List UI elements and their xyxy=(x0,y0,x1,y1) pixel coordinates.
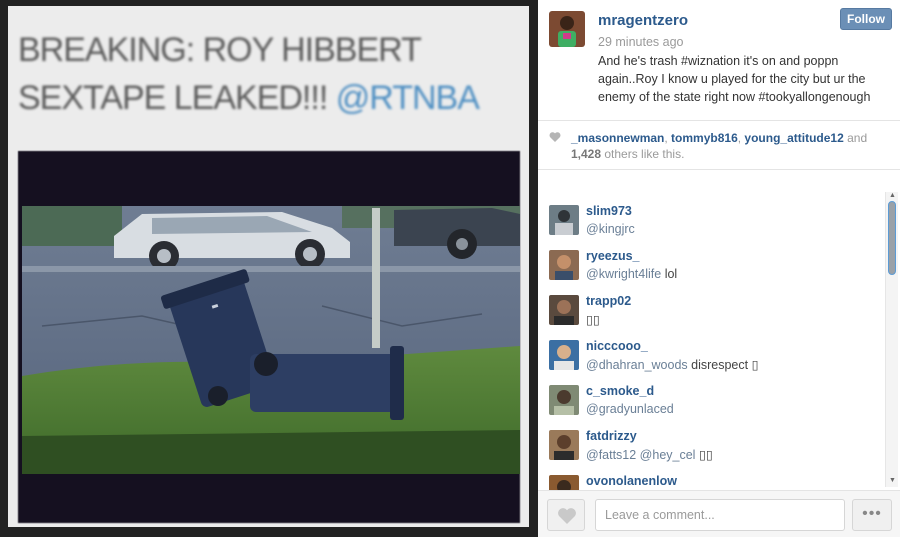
ellipsis-icon: ••• xyxy=(862,505,882,522)
list-item: ryeezus_ @kwright4life lol xyxy=(538,240,878,285)
liker-link[interactable]: tommyb816 xyxy=(671,131,738,145)
post-header: mragentzero 29 minutes ago And he's tras… xyxy=(538,0,900,118)
comment-username[interactable]: nicccooo_ xyxy=(586,339,648,353)
comment-text: @fatts12 @hey_cel ▯▯ xyxy=(586,447,713,462)
post-username[interactable]: mragentzero xyxy=(598,12,688,29)
comment-avatar[interactable] xyxy=(549,250,579,280)
comment-avatar[interactable] xyxy=(549,295,579,325)
comment-text: ▯▯ xyxy=(586,312,600,327)
comment-footer: ••• xyxy=(538,490,900,537)
like-button[interactable] xyxy=(547,499,585,531)
comment-list[interactable]: slim973 @kingjrc ryeezus_ @kwright4life … xyxy=(538,195,883,490)
comment-body: disrespect ▯ xyxy=(687,358,759,372)
comment-mention[interactable]: @dhahran_woods xyxy=(586,358,688,372)
comment-avatar[interactable] xyxy=(549,475,579,490)
comment-mention[interactable]: @kingjrc xyxy=(586,222,635,236)
comment-avatar[interactable] xyxy=(549,340,579,370)
follow-button[interactable]: Follow xyxy=(840,8,892,30)
liker-link[interactable]: young_attitude12 xyxy=(744,131,843,145)
comment-mention[interactable]: @kwright4life xyxy=(586,267,661,281)
comments-scrollbar[interactable]: ▲ ▼ xyxy=(885,192,898,487)
scroll-up-arrow-icon[interactable]: ▲ xyxy=(888,192,897,200)
comment-username[interactable]: ryeezus_ xyxy=(586,249,640,263)
post-caption: And he's trash #wiznation it's on and po… xyxy=(598,54,871,104)
avatar[interactable] xyxy=(549,11,585,47)
comment-mention[interactable]: @gradyunlaced xyxy=(586,402,674,416)
liker-link[interactable]: _masonnewman xyxy=(571,131,664,145)
post-timestamp: 29 minutes ago xyxy=(598,35,684,49)
image-headline: BREAKING: ROY HIBBERT SEXTAPE LEAKED!!! … xyxy=(18,26,518,122)
comment-body: ▯▯ xyxy=(695,448,713,462)
comment-text: @kwright4life lol xyxy=(586,267,677,281)
comment-username[interactable]: ovonolanenlow xyxy=(586,474,677,488)
comment-body: lol xyxy=(661,267,678,281)
comment-text: @kingjrc xyxy=(586,222,635,236)
comment-body: ▯▯ xyxy=(586,313,600,327)
image-headline-mention: @RTNBA xyxy=(335,79,480,117)
likes-section: _masonnewman, tommyb816, young_attitude1… xyxy=(538,120,900,170)
list-item: nicccooo_ @dhahran_woods disrespect ▯ xyxy=(538,330,878,375)
list-item: ovonolanenlow xyxy=(538,465,878,490)
likes-and: and xyxy=(847,131,868,145)
post-details-panel: mragentzero 29 minutes ago And he's tras… xyxy=(538,0,900,537)
likes-suffix: others like this. xyxy=(604,147,685,161)
comment-username[interactable]: c_smoke_d xyxy=(586,384,654,398)
comment-username[interactable]: slim973 xyxy=(586,204,632,218)
comment-avatar[interactable] xyxy=(549,430,579,460)
list-item: fatdrizzy @fatts12 @hey_cel ▯▯ xyxy=(538,420,878,465)
heart-icon xyxy=(549,132,561,142)
more-options-button[interactable]: ••• xyxy=(852,499,892,531)
list-item: slim973 @kingjrc xyxy=(538,195,878,240)
comment-username[interactable]: fatdrizzy xyxy=(586,429,637,443)
post-image[interactable]: BREAKING: ROY HIBBERT SEXTAPE LEAKED!!! … xyxy=(8,6,529,527)
scroll-thumb[interactable] xyxy=(888,201,896,275)
list-item: trapp02 ▯▯ xyxy=(538,285,878,330)
comment-text: @dhahran_woods disrespect ▯ xyxy=(586,357,758,372)
trash-can-photo xyxy=(22,206,520,474)
list-item: c_smoke_d @gradyunlaced xyxy=(538,375,878,420)
likes-count[interactable]: 1,428 xyxy=(571,147,601,161)
scroll-down-arrow-icon[interactable]: ▼ xyxy=(888,477,897,485)
comment-mention[interactable]: @fatts12 @hey_cel xyxy=(586,448,695,462)
comment-avatar[interactable] xyxy=(549,385,579,415)
comment-input[interactable] xyxy=(595,499,845,531)
comment-username[interactable]: trapp02 xyxy=(586,294,631,308)
comment-avatar[interactable] xyxy=(549,205,579,235)
comment-text: @gradyunlaced xyxy=(586,402,674,416)
likes-text: _masonnewman, tommyb816, young_attitude1… xyxy=(571,131,868,161)
post-image-frame: BREAKING: ROY HIBBERT SEXTAPE LEAKED!!! … xyxy=(0,0,538,537)
heart-icon xyxy=(558,508,576,524)
